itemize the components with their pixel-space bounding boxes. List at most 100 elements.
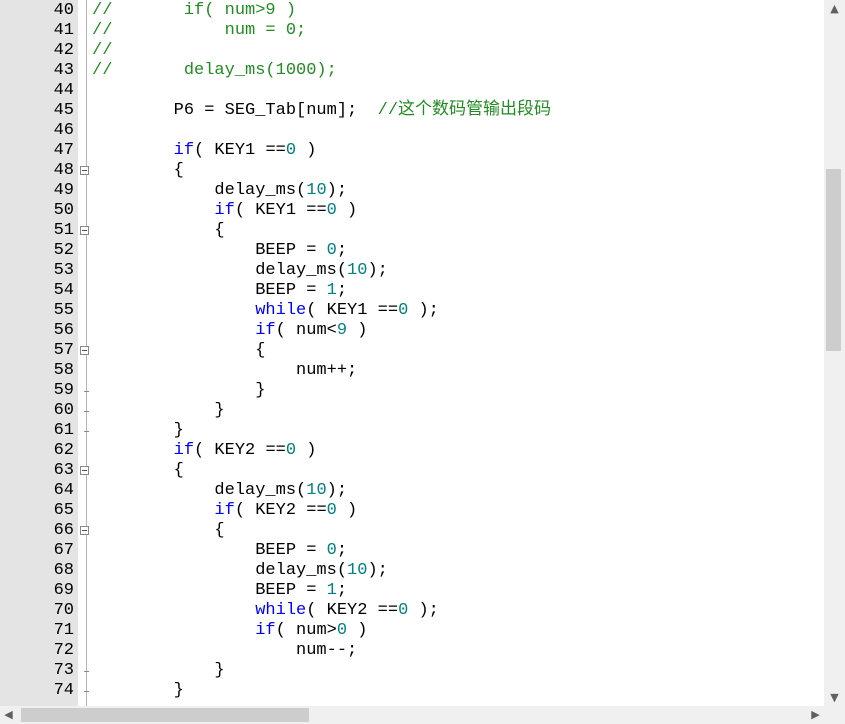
code-token-keyword: if <box>255 621 276 640</box>
code-token-plain: ( KEY1 == <box>194 141 286 160</box>
code-text: delay_ms(10); <box>92 481 347 501</box>
code-token-plain: } <box>92 421 184 440</box>
code-line[interactable]: 58 num++; <box>0 361 824 381</box>
scroll-left-icon[interactable]: ◀ <box>0 706 17 724</box>
code-line[interactable]: 74 } <box>0 681 824 701</box>
code-line[interactable]: 46 <box>0 121 824 141</box>
code-token-plain: } <box>92 661 225 680</box>
code-line[interactable]: 48 { <box>0 161 824 181</box>
code-line[interactable]: 54 BEEP = 1; <box>0 281 824 301</box>
fold-end-marker-icon <box>84 691 89 692</box>
code-line[interactable]: 57 { <box>0 341 824 361</box>
code-line[interactable]: 51 { <box>0 221 824 241</box>
code-line[interactable]: 61 } <box>0 421 824 441</box>
code-text: { <box>92 161 184 181</box>
line-number: 74 <box>53 681 74 700</box>
line-number: 47 <box>53 141 74 160</box>
code-token-plain: ( KEY2 == <box>194 441 286 460</box>
code-text: if( KEY2 ==0 ) <box>92 441 317 461</box>
line-number: 65 <box>53 501 74 520</box>
code-token-plain: BEEP = <box>92 581 327 600</box>
code-line[interactable]: 49 delay_ms(10); <box>0 181 824 201</box>
line-number: 60 <box>53 401 74 420</box>
code-line[interactable]: 40 // if( num>9 ) <box>0 1 824 21</box>
code-line[interactable]: 59 } <box>0 381 824 401</box>
fold-toggle-icon[interactable] <box>80 466 89 475</box>
code-token-plain: ( num< <box>275 321 337 340</box>
vertical-scroll-thumb[interactable] <box>826 168 841 351</box>
code-line[interactable]: 50 if( KEY1 ==0 ) <box>0 201 824 221</box>
code-text: num++; <box>92 361 357 381</box>
code-token-plain: ) <box>347 621 368 640</box>
code-token-keyword: while <box>255 301 307 320</box>
line-number: 58 <box>53 361 74 380</box>
line-number: 59 <box>53 381 74 400</box>
code-line[interactable]: 55 while( KEY1 ==0 ); <box>0 301 824 321</box>
code-line[interactable]: 44 <box>0 81 824 101</box>
scroll-right-icon[interactable]: ▶ <box>807 706 824 724</box>
code-line[interactable]: 73 } <box>0 661 824 681</box>
code-token-plain: ) <box>296 441 317 460</box>
code-line[interactable]: 63 { <box>0 461 824 481</box>
line-number: 67 <box>53 541 74 560</box>
code-text: if( KEY2 ==0 ) <box>92 501 357 521</box>
code-line[interactable]: 42 // <box>0 41 824 61</box>
code-token-plain: num++; <box>92 361 358 380</box>
code-token-number: 1 <box>326 281 337 300</box>
code-line[interactable]: 60 } <box>0 401 824 421</box>
code-token-comment: // <box>92 41 113 60</box>
code-token-plain: ; <box>336 541 348 560</box>
fold-toggle-icon[interactable] <box>80 226 89 235</box>
code-line[interactable]: 47 if( KEY1 ==0 ) <box>0 141 824 161</box>
fold-end-marker-icon <box>84 671 89 672</box>
code-line[interactable]: 69 BEEP = 1; <box>0 581 824 601</box>
code-token-number: 0 <box>285 141 297 160</box>
scroll-down-icon[interactable]: ▼ <box>824 689 845 706</box>
line-number: 46 <box>53 121 74 140</box>
code-text: // num = 0; <box>92 21 306 41</box>
code-token-number: 10 <box>347 261 368 280</box>
code-token-number: 0 <box>326 541 337 560</box>
code-token-number: 0 <box>285 441 297 460</box>
scroll-up-icon[interactable]: ▲ <box>824 0 845 17</box>
code-line[interactable]: 56 if( num<9 ) <box>0 321 824 341</box>
code-token-plain: ); <box>367 261 388 280</box>
code-line[interactable]: 65 if( KEY2 ==0 ) <box>0 501 824 521</box>
code-line[interactable]: 62 if( KEY2 ==0 ) <box>0 441 824 461</box>
code-line[interactable]: 45 P6 = SEG_Tab[num]; //这个数码管输出段码 <box>0 101 824 121</box>
code-line[interactable]: 67 BEEP = 0; <box>0 541 824 561</box>
code-line[interactable]: 52 BEEP = 0; <box>0 241 824 261</box>
code-text: while( KEY2 ==0 ); <box>92 601 439 621</box>
code-token-plain: } <box>92 401 225 420</box>
code-text: BEEP = 1; <box>92 581 347 601</box>
code-line[interactable]: 72 num--; <box>0 641 824 661</box>
code-token-plain: ); <box>408 601 439 620</box>
code-token-plain: ( KEY1 == <box>234 201 327 220</box>
code-token-plain: { <box>92 161 184 180</box>
code-line[interactable]: 71 if( num>0 ) <box>0 621 824 641</box>
code-text: } <box>92 681 184 701</box>
code-line[interactable]: 53 delay_ms(10); <box>0 261 824 281</box>
code-token-plain: ; <box>336 241 348 260</box>
fold-toggle-icon[interactable] <box>80 166 89 175</box>
code-line[interactable]: 64 delay_ms(10); <box>0 481 824 501</box>
code-line[interactable]: 43 // delay_ms(1000); <box>0 61 824 81</box>
code-text-area[interactable]: 40 // if( num>9 ) 41 // num = 0; 42 // 43 // de… <box>0 0 824 706</box>
line-number: 55 <box>53 301 74 320</box>
horizontal-scroll-thumb[interactable] <box>21 708 309 722</box>
code-line[interactable]: 70 while( KEY2 ==0 ); <box>0 601 824 621</box>
code-line[interactable]: 68 delay_ms(10); <box>0 561 824 581</box>
code-token-number: 10 <box>306 181 327 200</box>
code-line[interactable]: 66 { <box>0 521 824 541</box>
code-line[interactable]: 41 // num = 0; <box>0 21 824 41</box>
code-editor[interactable]: 40 // if( num>9 ) 41 // num = 0; 42 // 43 // de… <box>0 0 845 724</box>
horizontal-scrollbar[interactable]: ◀ ▶ <box>0 706 824 724</box>
code-text: BEEP = 1; <box>92 281 347 301</box>
fold-toggle-icon[interactable] <box>80 346 89 355</box>
vertical-scrollbar[interactable]: ▲ ▼ <box>824 0 845 706</box>
code-text: { <box>92 221 224 241</box>
fold-toggle-icon[interactable] <box>80 526 89 535</box>
code-text: // if( num>9 ) <box>92 1 296 21</box>
code-token-plain: } <box>92 681 184 700</box>
